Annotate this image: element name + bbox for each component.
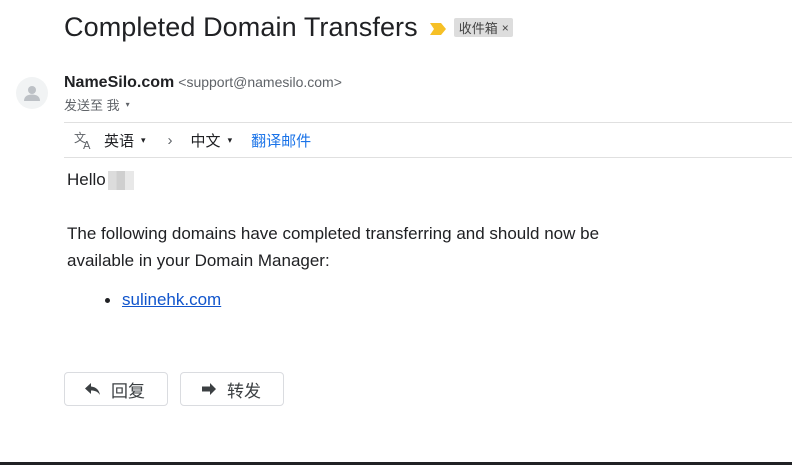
chevron-down-icon[interactable]: ▾: [126, 100, 130, 109]
paragraph-line: available in your Domain Manager:: [67, 251, 330, 270]
sender-email: <support@namesilo.com>: [178, 74, 342, 90]
paragraph-line: The following domains have completed tra…: [67, 224, 600, 243]
recipient-details-toggle[interactable]: 发送至 我 ▾: [64, 95, 130, 114]
sender-line: NameSilo.com <support@namesilo.com>: [64, 74, 342, 92]
redacted-name-blur: [107, 170, 134, 190]
inbox-label-text: 收件箱: [458, 21, 498, 36]
domain-list: sulinehk.com: [105, 290, 221, 310]
target-language-label: 中文: [190, 132, 221, 150]
remove-label-button[interactable]: ×: [502, 21, 509, 35]
email-paragraph: The following domains have completed tra…: [67, 220, 667, 274]
sender-name[interactable]: NameSilo.com: [64, 74, 174, 91]
reply-icon: [85, 382, 101, 396]
greeting-text: Hello: [67, 170, 106, 189]
reply-label: 回复: [111, 381, 145, 401]
list-item: sulinehk.com: [105, 290, 221, 310]
dropdown-caret-icon: ▾: [227, 134, 233, 145]
forward-icon: [201, 382, 217, 396]
translate-icon: 文 A: [74, 130, 94, 150]
source-language-select[interactable]: 英语 ▾: [104, 130, 146, 151]
forward-button[interactable]: 转发: [180, 372, 284, 406]
recipient-text: 发送至 我: [64, 98, 120, 113]
inbox-label-chip: 收件箱 ×: [453, 18, 513, 37]
sender-avatar: [16, 77, 48, 109]
translate-bar: 文 A 英语 ▾ › 中文 ▾ 翻译邮件: [64, 122, 792, 158]
domain-link[interactable]: sulinehk.com: [122, 290, 221, 310]
target-language-select[interactable]: 中文 ▾: [191, 130, 233, 151]
person-icon: [24, 86, 40, 101]
reply-button[interactable]: 回复: [64, 372, 168, 406]
importance-marker-icon[interactable]: [429, 22, 447, 35]
chevron-right-icon: ›: [167, 131, 173, 149]
email-subject: Completed Domain Transfers: [64, 12, 418, 42]
bullet-icon: [105, 297, 110, 303]
email-greeting: Hello: [67, 170, 134, 190]
svg-text:A: A: [83, 139, 91, 150]
subject-row: Completed Domain Transfers 收件箱 ×: [64, 12, 513, 43]
forward-label: 转发: [227, 381, 261, 401]
dropdown-caret-icon: ▾: [141, 134, 146, 145]
source-language-label: 英语: [104, 132, 135, 150]
translate-message-link[interactable]: 翻译邮件: [251, 130, 311, 151]
